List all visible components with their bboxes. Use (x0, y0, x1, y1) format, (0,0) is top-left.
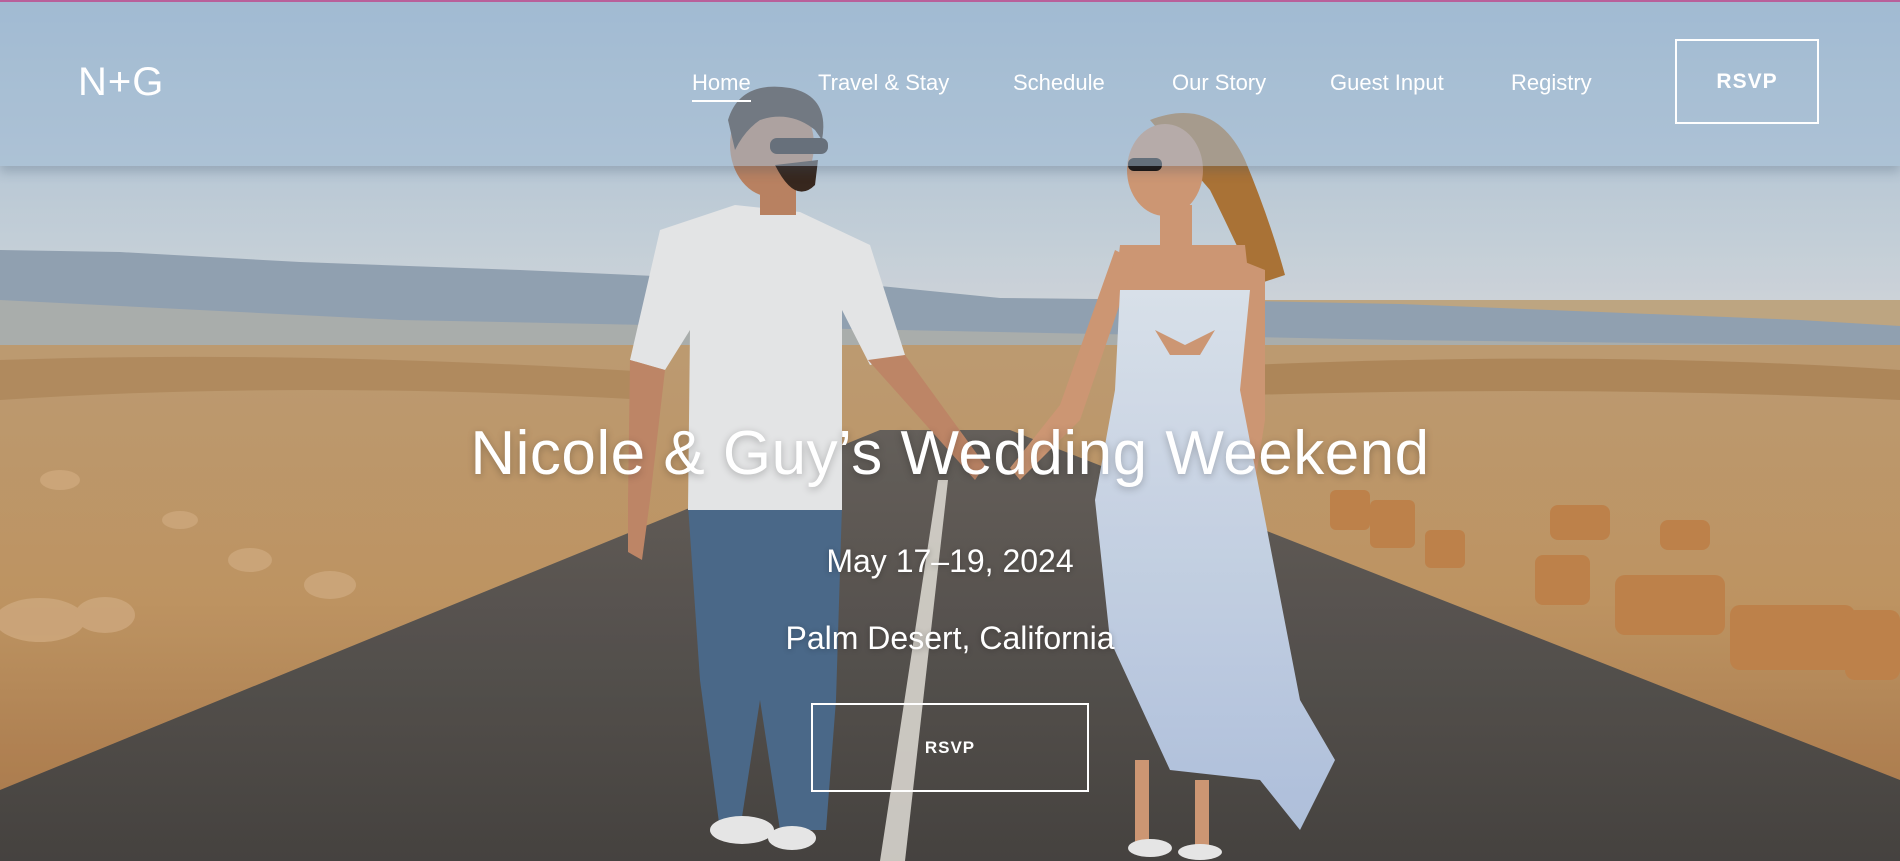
top-accent-line (0, 0, 1900, 2)
hero-title: Nicole & Guy’s Wedding Weekend (470, 419, 1430, 488)
logo-link[interactable]: N+G (78, 60, 164, 105)
nav-guest-input[interactable]: Guest Input (1330, 70, 1444, 96)
nav-travel-stay[interactable]: Travel & Stay (818, 70, 949, 96)
rsvp-hero-button[interactable]: RSVP (811, 703, 1089, 792)
site-header: N+G Home Travel & Stay Schedule Our Stor… (0, 0, 1900, 166)
nav-our-story[interactable]: Our Story (1172, 70, 1266, 96)
event-dates: May 17–19, 2024 (826, 543, 1074, 579)
nav-home[interactable]: Home (692, 70, 751, 102)
wedding-landing-page: N+G Home Travel & Stay Schedule Our Stor… (0, 0, 1900, 861)
event-location: Palm Desert, California (785, 620, 1115, 656)
nav-schedule[interactable]: Schedule (1013, 70, 1105, 96)
nav-registry[interactable]: Registry (1511, 70, 1592, 96)
rsvp-header-button[interactable]: RSVP (1675, 39, 1819, 124)
